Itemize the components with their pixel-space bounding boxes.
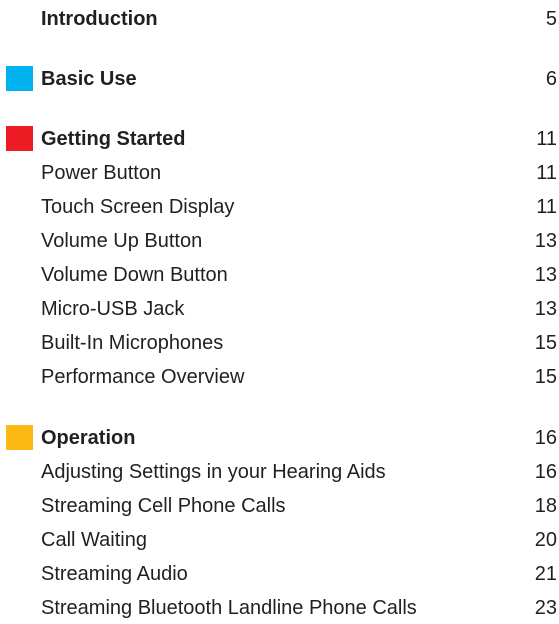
toc-page-number: 16 [534, 460, 557, 483]
toc-page-number: 16 [534, 426, 557, 449]
toc-page-number: 11 [536, 195, 557, 218]
toc-page-number: 15 [534, 365, 557, 388]
toc-entry[interactable]: Streaming Cell Phone Calls 18 [41, 491, 557, 521]
toc-section-title: Basic Use [41, 67, 137, 90]
toc-page-number: 5 [545, 7, 557, 30]
toc-entry-title: Micro-USB Jack [41, 297, 185, 320]
toc-page-number: 13 [534, 297, 557, 320]
toc-section-title: Getting Started [41, 127, 186, 150]
toc-entry-title: Streaming Cell Phone Calls [41, 494, 286, 517]
toc-page-number: 11 [536, 161, 557, 184]
section-color-marker [6, 425, 33, 450]
toc-entry[interactable]: Adjusting Settings in your Hearing Aids … [41, 457, 557, 487]
toc-page-number: 20 [534, 528, 557, 551]
toc-entry-title: Adjusting Settings in your Hearing Aids [41, 460, 386, 483]
toc-page-number: 6 [545, 67, 557, 90]
toc-section-title: Operation [41, 426, 136, 449]
toc-section-introduction[interactable]: Introduction 5 [41, 4, 557, 34]
toc-entry[interactable]: Power Button 11 [41, 158, 557, 188]
toc-entry-title: Performance Overview [41, 365, 245, 388]
toc-entry[interactable]: Volume Up Button 13 [41, 226, 557, 256]
toc-page-number: 18 [534, 494, 557, 517]
toc-entry[interactable]: Call Waiting 20 [41, 525, 557, 555]
toc-entry[interactable]: Touch Screen Display 11 [41, 192, 557, 222]
toc-entry-title: Streaming Audio [41, 562, 188, 585]
toc-section-title: Introduction [41, 7, 158, 30]
section-color-marker [6, 126, 33, 151]
toc-entry[interactable]: Performance Overview 15 [41, 362, 557, 392]
toc-entry-title: Volume Down Button [41, 263, 228, 286]
toc-page-number: 13 [534, 263, 557, 286]
toc-entry[interactable]: Streaming Audio 21 [41, 559, 557, 589]
toc-section-getting-started[interactable]: Getting Started 11 [41, 124, 557, 154]
toc-page-number: 21 [534, 562, 557, 585]
toc-entry[interactable]: Micro-USB Jack 13 [41, 294, 557, 324]
toc-entry-title: Built-In Microphones [41, 331, 224, 354]
toc-section-basic-use[interactable]: Basic Use 6 [41, 64, 557, 94]
toc-page-number: 15 [534, 331, 557, 354]
toc-entry-title: Volume Up Button [41, 229, 203, 252]
toc-entry-title: Touch Screen Display [41, 195, 235, 218]
toc-page-number: 13 [534, 229, 557, 252]
toc-entry-title: Call Waiting [41, 528, 147, 551]
toc-page-number: 11 [536, 127, 557, 150]
toc-page-number: 23 [534, 596, 557, 619]
toc-entry[interactable]: Volume Down Button 13 [41, 260, 557, 290]
section-color-marker [6, 66, 33, 91]
toc-entry[interactable]: Built-In Microphones 15 [41, 328, 557, 358]
toc-section-operation[interactable]: Operation 16 [41, 423, 557, 453]
table-of-contents: Introduction 5 Basic Use 6 Getting Start… [0, 0, 559, 624]
toc-entry-title: Streaming Bluetooth Landline Phone Calls [41, 596, 417, 619]
toc-entry-title: Power Button [41, 161, 162, 184]
toc-entry[interactable]: Streaming Bluetooth Landline Phone Calls… [41, 593, 557, 623]
